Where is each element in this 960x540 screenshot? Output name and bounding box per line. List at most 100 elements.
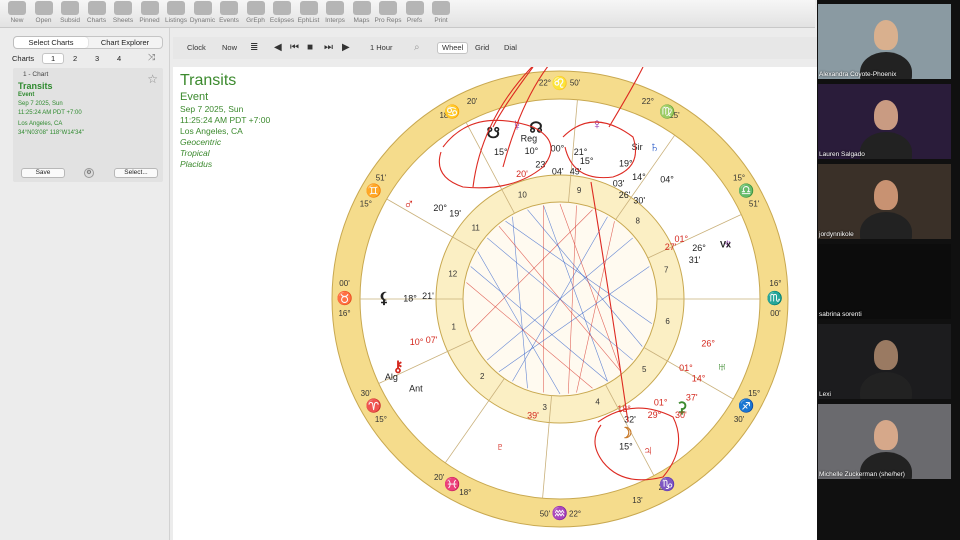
participant-tile[interactable]: Michelle Zuckerman (she/her) [818, 404, 951, 479]
planet-degree-label: 14° [692, 373, 706, 383]
planet-glyph-icon: ⚸ [379, 290, 390, 307]
chart-card[interactable]: 1 - Chart ☆ Transits Event Sep 7 2025, S… [13, 68, 163, 182]
toolbar-new-button[interactable]: New [2, 0, 32, 28]
now-button[interactable]: Now [222, 37, 237, 59]
toolbar-sheets-button[interactable]: Sheets [108, 0, 138, 28]
toolbar-events-button[interactable]: Events [214, 0, 244, 28]
house-number: 1 [452, 323, 457, 332]
planet-degree-label: 19' [449, 208, 461, 218]
toolbar-print-button[interactable]: Print [426, 0, 456, 28]
participant-tile[interactable]: Lexi [818, 324, 951, 399]
toolbar-label: Pinned [139, 17, 160, 24]
cusp-degree-label: 15° [733, 173, 745, 182]
planet-degree-label: 01° [679, 363, 693, 373]
view-grid-tab[interactable]: Grid [475, 37, 489, 59]
cusp-degree-label: 15° [360, 199, 372, 208]
planet-degree-label: 01° [675, 234, 689, 244]
toolbar-maps-icon [352, 1, 371, 15]
planet-glyph-icon: ♂ [403, 196, 414, 213]
planet-glyph-icon: ♇ [494, 438, 505, 455]
video-call-panel: Alexandra Coyote-Phoenix Lauren Salgado jo… [817, 0, 960, 540]
skip-end-icon[interactable]: ⏭ [324, 37, 333, 59]
participant-face [874, 420, 898, 450]
view-dial-tab[interactable]: Dial [504, 37, 517, 59]
planet-degree-label: Ant [409, 383, 423, 393]
gear-icon[interactable]: ⚙ [84, 168, 94, 178]
save-button[interactable]: Save [21, 168, 65, 178]
step-forward-icon[interactable]: ▶ [342, 37, 350, 59]
toolbar-listings-button[interactable]: Listings [161, 0, 191, 28]
zodiac-sign-icon: ♌ [552, 75, 568, 90]
planet-glyph-icon: ♀ [591, 116, 602, 133]
chart-canvas: Transits Event Sep 7 2025, Sun 11:25:24 … [173, 67, 817, 540]
planet-glyph-icon: ♃ [642, 442, 653, 459]
cusp-degree-label: 22° [642, 97, 654, 106]
chart-tab-4[interactable]: 4 [108, 54, 130, 63]
chart-tab-3[interactable]: 3 [86, 54, 108, 63]
cusp-minute-label: 20' [467, 97, 478, 106]
toolbar-prefs-button[interactable]: Prefs [400, 0, 430, 28]
toolbar-label: Listings [164, 17, 188, 24]
view-wheel-tab[interactable]: Wheel [437, 42, 469, 54]
planet-degree-label: 19° [619, 159, 633, 169]
cusp-minute-label: 00' [339, 279, 350, 288]
house-number: 11 [472, 223, 481, 232]
cusp-degree-label: 22° [539, 79, 551, 88]
select-button[interactable]: Select... [114, 168, 158, 178]
planet-degree-label: 00° [551, 143, 565, 153]
toolbar-label: Eclipses [269, 17, 295, 24]
zodiac-sign-icon: ♎ [738, 183, 754, 198]
card-time: 11:25:24 AM PDT +7:00 [18, 110, 82, 116]
astrology-wheel[interactable]: 12345678910111222° 50'18°20'15°51'16°00'1… [173, 67, 817, 540]
toolbar-charts-icon [87, 1, 106, 15]
rewind-start-icon[interactable]: ⏮ [290, 37, 299, 59]
toolbar-greph-icon [246, 1, 265, 15]
chart-tab-2[interactable]: 2 [64, 54, 86, 63]
list-icon[interactable]: ≣ [250, 37, 258, 59]
participant-tile[interactable]: Alexandra Coyote-Phoenix [818, 4, 951, 79]
participant-name: Lexi [819, 391, 831, 398]
toolbar-listings-icon [167, 1, 185, 15]
chart-tab-1[interactable]: 1 [42, 53, 65, 64]
cusp-minute-label: 51' [749, 199, 760, 208]
step-back-icon[interactable]: ◀ [274, 37, 282, 59]
planet-degree-label: 30' [633, 195, 645, 205]
toolbar-eclipses-button[interactable]: Eclipses [267, 0, 297, 28]
toolbar-new-icon [8, 1, 26, 15]
planet-glyph-icon: ♄ [649, 139, 660, 156]
toolbar-dynamic-icon [193, 1, 212, 15]
participant-body [860, 132, 912, 159]
participant-tile[interactable]: jordynnikole [818, 164, 951, 239]
cusp-minute-label: 50' [540, 510, 551, 519]
clock-button[interactable]: Clock [187, 37, 206, 59]
participant-tile[interactable]: Lauren Salgado [818, 84, 951, 159]
toolbar-dynamic-button[interactable]: Dynamic [188, 0, 218, 28]
tab-chart-explorer[interactable]: Chart Explorer [88, 37, 162, 48]
star-icon[interactable]: ☆ [147, 72, 158, 86]
toolbar-pro-reps-button[interactable]: Pro Reps [373, 0, 403, 28]
participant-tile[interactable]: sabrina sorenti [818, 244, 951, 319]
toolbar-ephlist-button[interactable]: EphList [294, 0, 324, 28]
charts-row: Charts 1 2 3 4 [12, 53, 130, 64]
card-type: Event [18, 92, 35, 98]
planet-degree-label: 18° [403, 293, 417, 303]
toolbar-charts-button[interactable]: Charts [82, 0, 112, 28]
toolbar-label: Interps [325, 17, 345, 24]
planet-glyph-icon: ☋ [487, 125, 500, 142]
participant-name: Lauren Salgado [819, 151, 865, 158]
toolbar-pinned-button[interactable]: Pinned [135, 0, 165, 28]
interval-select[interactable]: 1 Hour [370, 37, 393, 59]
stop-icon[interactable]: ■ [307, 37, 313, 59]
house-number: 9 [577, 186, 582, 195]
participant-face [874, 340, 898, 370]
toolbar-greph-button[interactable]: GrEph [241, 0, 271, 28]
toolbar-subsid-button[interactable]: Subsid [55, 0, 85, 28]
toolbar-maps-button[interactable]: Maps [347, 0, 377, 28]
search-icon[interactable]: ⌕ [414, 37, 420, 59]
shuffle-icon[interactable]: ⤨ [148, 52, 155, 63]
toolbar-interps-button[interactable]: Interps [320, 0, 350, 28]
tab-select-charts[interactable]: Select Charts [14, 37, 88, 48]
cusp-degree-label: 15° [748, 389, 760, 398]
participant-name: Michelle Zuckerman (she/her) [819, 471, 905, 478]
toolbar-open-button[interactable]: Open [29, 0, 59, 28]
